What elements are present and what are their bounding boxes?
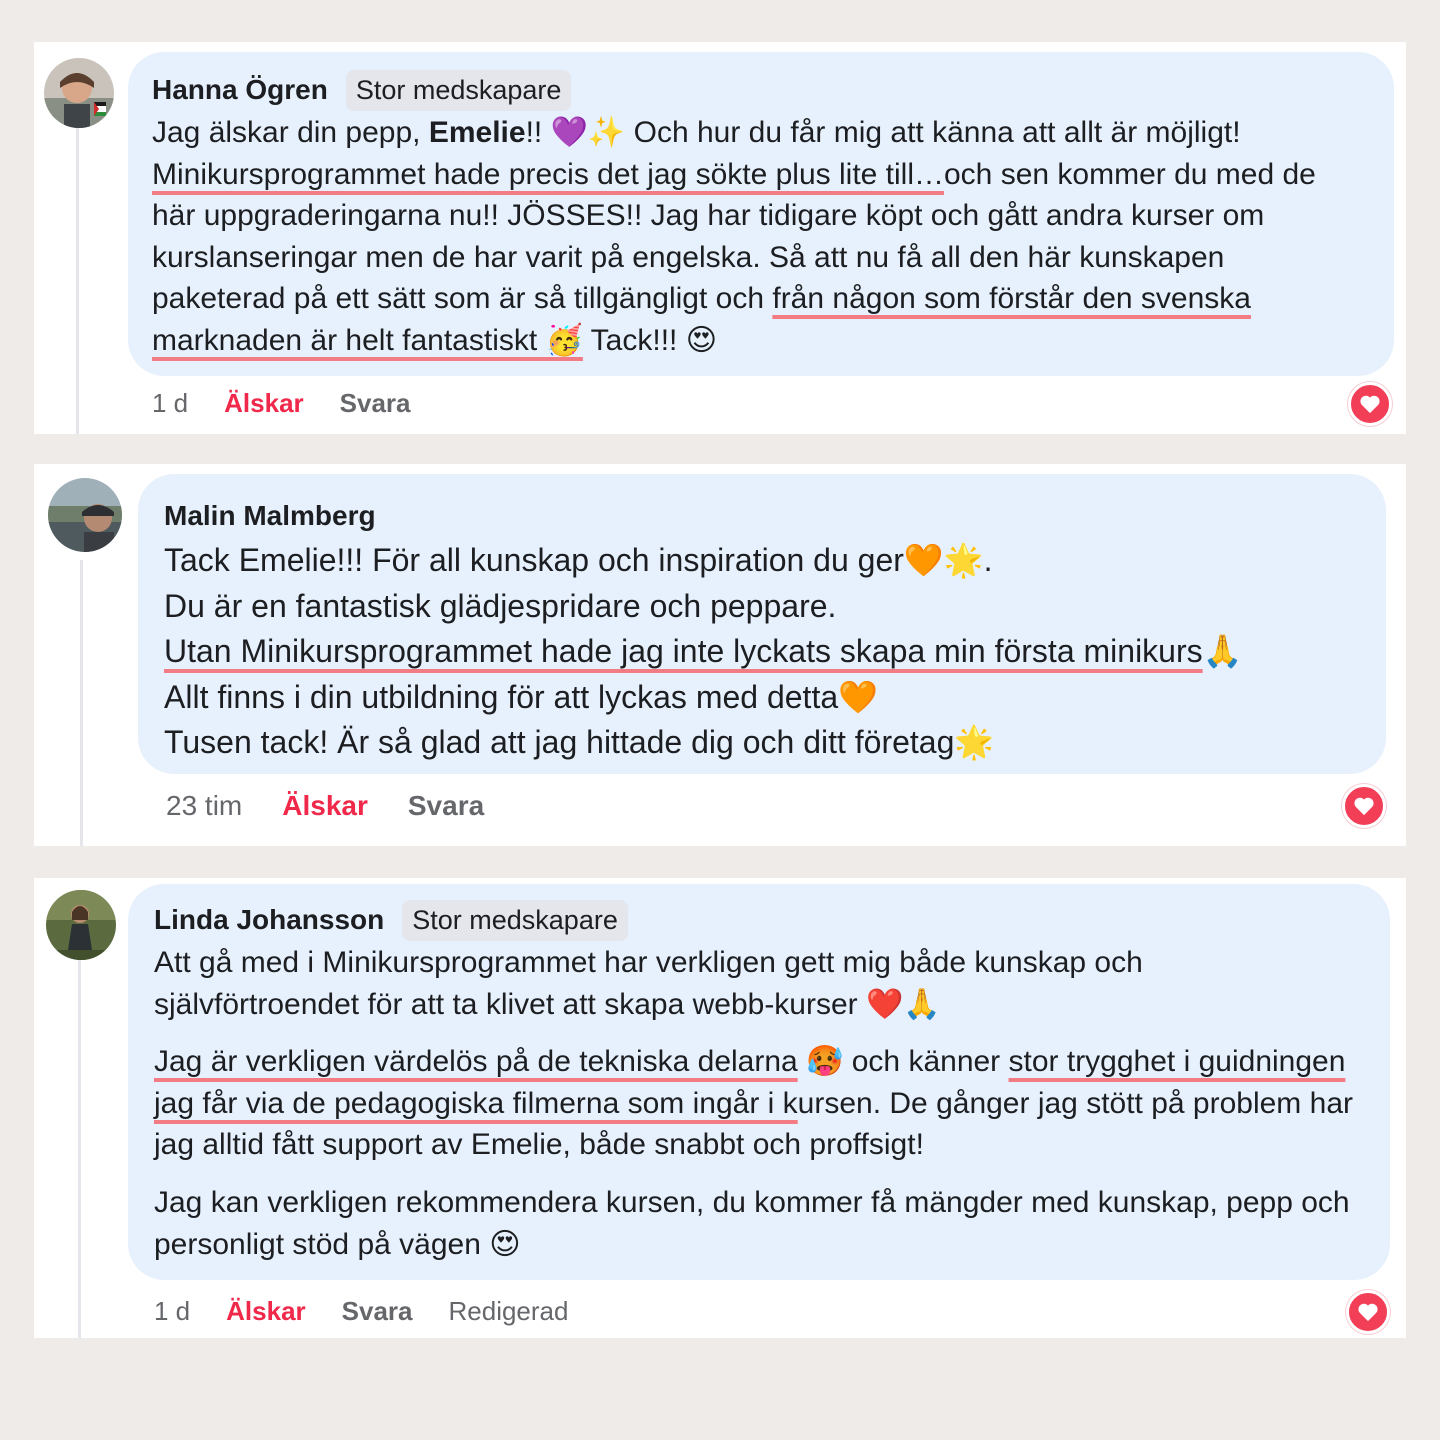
timestamp[interactable]: 1 d <box>152 388 188 419</box>
timestamp[interactable]: 23 tim <box>166 790 242 822</box>
highlighted-text: Utan Minikursprogrammet hade jag inte ly… <box>164 633 1203 670</box>
reply-button[interactable]: Svara <box>340 388 411 419</box>
avatar[interactable] <box>44 58 114 128</box>
author-name[interactable]: Hanna Ögren <box>152 74 328 106</box>
contributor-badge: Stor medskapare <box>345 69 572 111</box>
text-segment: 🙏 <box>1202 633 1243 670</box>
thread-line <box>78 960 81 1338</box>
love-button[interactable]: Älskar <box>224 388 304 419</box>
text-line: Tack Emelie!!! För all kunskap och inspi… <box>164 542 993 578</box>
author-name[interactable]: Linda Johansson <box>154 904 384 936</box>
avatar[interactable] <box>48 478 122 552</box>
heart-icon[interactable] <box>1346 1290 1390 1334</box>
comment-card-1: Hanna Ögren Stor medskapare Jag älskar d… <box>34 42 1406 434</box>
avatar[interactable] <box>46 890 116 960</box>
text-segment: 🥵 och känner <box>797 1045 1009 1079</box>
comment-actions: 23 tim Älskar Svara <box>166 790 520 822</box>
comment-bubble: Linda Johansson Stor medskapare Att gå m… <box>128 884 1390 1280</box>
comment-actions: 1 d Älskar Svara Redigerad <box>154 1296 568 1327</box>
love-button[interactable]: Älskar <box>226 1296 306 1327</box>
text-line: Du är en fantastisk glädjespridare och p… <box>164 587 837 624</box>
comment-bubble: Hanna Ögren Stor medskapare Jag älskar d… <box>128 52 1394 376</box>
thread-line <box>76 128 79 434</box>
paragraph: Jag är verkligen värdelös på de tekniska… <box>154 1041 1354 1166</box>
highlighted-text: Minikursprogrammet hade precis det jag s… <box>152 157 944 191</box>
comment-bubble: Malin Malmberg Tack Emelie!!! För all ku… <box>138 474 1386 774</box>
timestamp[interactable]: 1 d <box>154 1296 190 1327</box>
thread-line <box>80 560 83 846</box>
comment-text: Jag älskar din pepp, Emelie!! 💜✨ Och hur… <box>152 112 1352 362</box>
heart-icon[interactable] <box>1342 784 1386 828</box>
love-button[interactable]: Älskar <box>282 790 368 822</box>
text-line: Tusen tack! Är så glad att jag hittade d… <box>164 724 995 761</box>
text-line: Allt finns i din utbildning för att lyck… <box>164 678 878 715</box>
mention-link[interactable]: Emelie <box>429 116 526 149</box>
reply-button[interactable]: Svara <box>342 1296 413 1327</box>
text-line: Utan Minikursprogrammet hade jag inte ly… <box>164 629 1364 675</box>
highlighted-text: Jag är verkligen värdelös på de tekniska… <box>154 1045 798 1079</box>
paragraph: Att gå med i Minikursprogrammet har verk… <box>154 946 1143 1021</box>
comment-actions: 1 d Älskar Svara <box>152 388 447 419</box>
author-name[interactable]: Malin Malmberg <box>164 500 376 532</box>
comment-text: Tack Emelie!!! För all kunskap och inspi… <box>164 538 1364 766</box>
reply-button[interactable]: Svara <box>408 790 484 822</box>
comment-text: Att gå med i Minikursprogrammet har verk… <box>154 942 1354 1265</box>
edited-label: Redigerad <box>448 1296 569 1326</box>
comment-card-2: Malin Malmberg Tack Emelie!!! För all ku… <box>34 464 1406 846</box>
text-segment: Tack!!! 😍 <box>582 323 717 357</box>
comment-card-3: Linda Johansson Stor medskapare Att gå m… <box>34 878 1406 1338</box>
heart-icon[interactable] <box>1348 382 1392 426</box>
paragraph: Jag kan verkligen rekommendera kursen, d… <box>154 1185 1350 1261</box>
contributor-badge: Stor medskapare <box>402 899 628 941</box>
text-segment: Jag älskar din pepp, <box>152 116 429 149</box>
text-segment: !! 💜✨ Och hur du får mig att känna att a… <box>525 116 1241 149</box>
